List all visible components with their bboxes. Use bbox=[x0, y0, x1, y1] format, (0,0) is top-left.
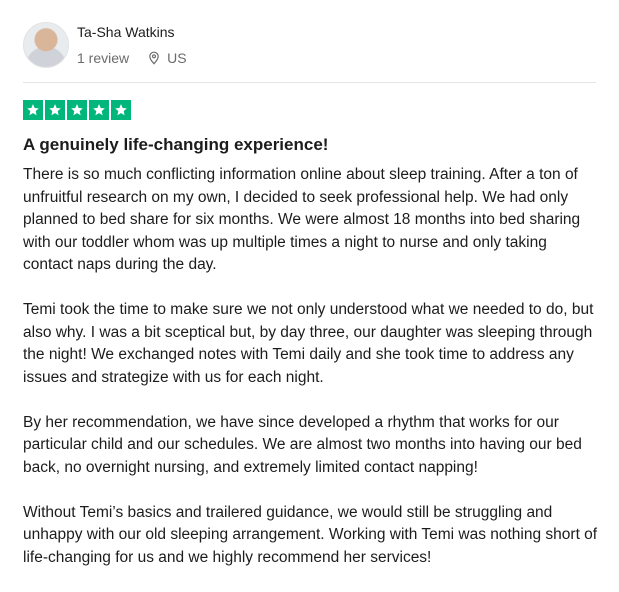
star-icon bbox=[23, 100, 43, 120]
star-icon bbox=[89, 100, 109, 120]
divider bbox=[23, 82, 596, 83]
review-paragraph: Temi took the time to make sure we not o… bbox=[23, 301, 594, 386]
star-icon bbox=[111, 100, 131, 120]
review-paragraph: Without Temi’s basics and trailered guid… bbox=[23, 503, 598, 566]
location-pin-icon bbox=[147, 51, 161, 65]
avatar[interactable] bbox=[23, 22, 69, 68]
review-title[interactable]: A genuinely life-changing experience! bbox=[23, 134, 328, 156]
reviewer-meta: Ta-Sha Watkins 1 review US bbox=[77, 22, 187, 66]
review-count: 1 review bbox=[77, 50, 130, 66]
reviewer-header: Ta-Sha Watkins 1 review US bbox=[23, 22, 187, 68]
star-rating bbox=[23, 100, 131, 120]
review-card: Ta-Sha Watkins 1 review US A genuinely l… bbox=[0, 0, 619, 572]
star-icon bbox=[45, 100, 65, 120]
review-paragraph: By her recommendation, we have since dev… bbox=[23, 413, 582, 476]
star-icon bbox=[67, 100, 87, 120]
review-body: There is so much conflicting information… bbox=[23, 164, 598, 592]
reviewer-name[interactable]: Ta-Sha Watkins bbox=[77, 22, 187, 42]
review-paragraph: There is so much conflicting information… bbox=[23, 166, 581, 273]
reviewer-country: US bbox=[167, 50, 187, 66]
reviewer-details: 1 review US bbox=[77, 50, 187, 66]
